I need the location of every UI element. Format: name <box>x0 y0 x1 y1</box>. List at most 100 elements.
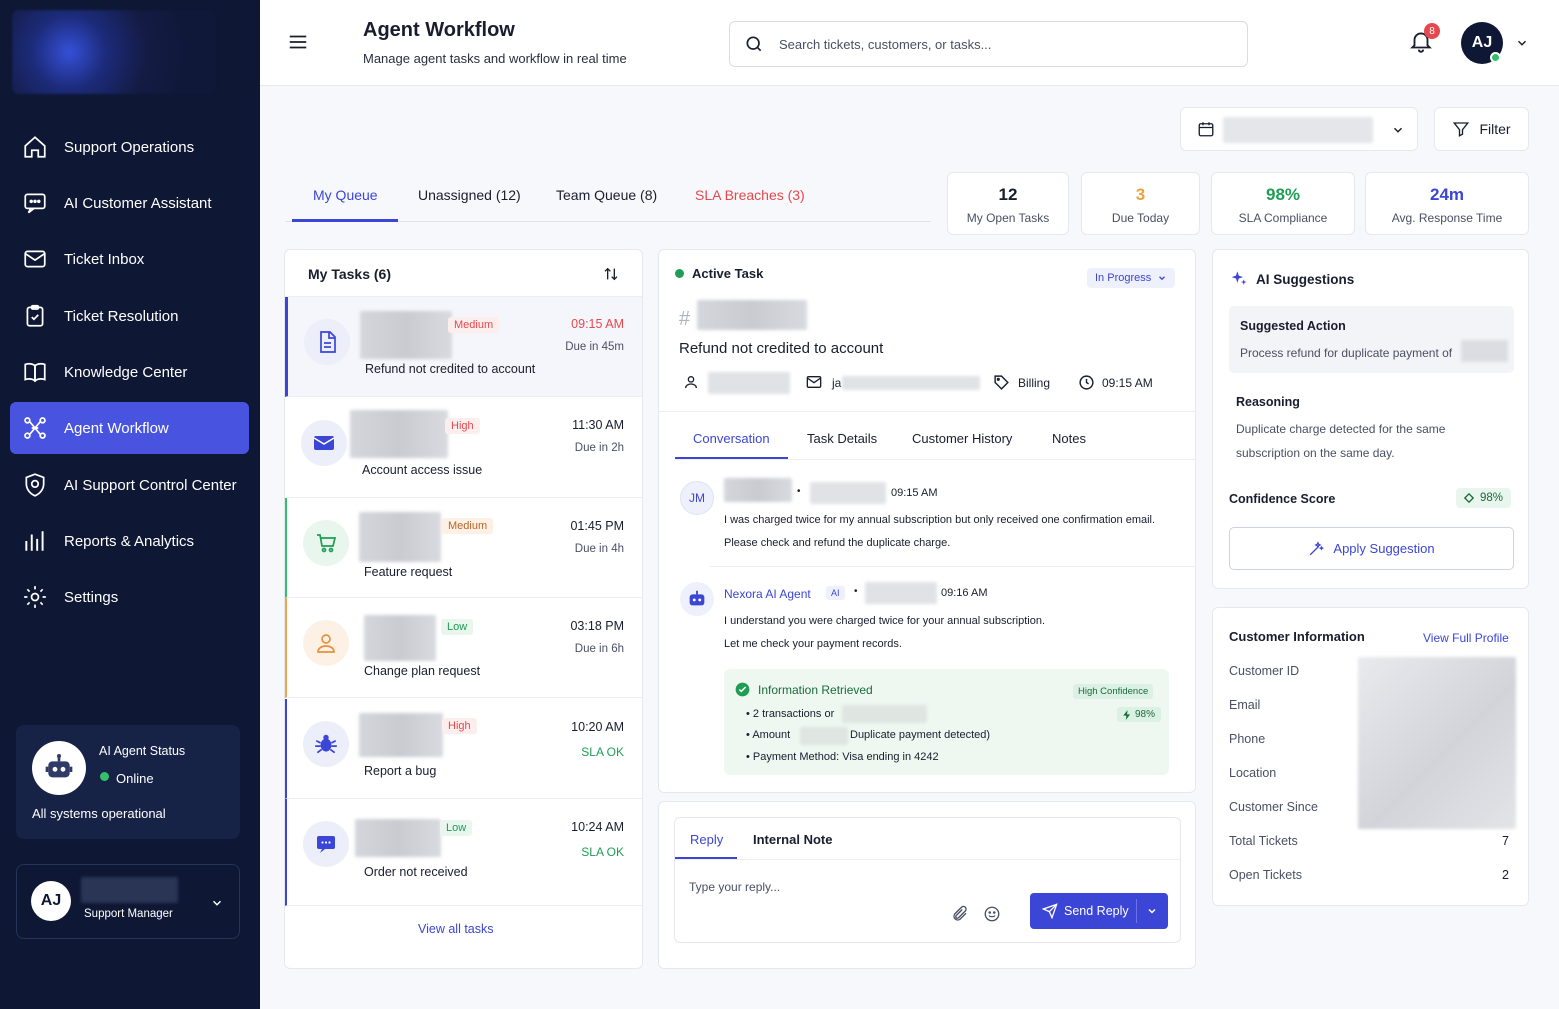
task-time: 10:20 AM <box>571 720 624 734</box>
send-reply-button[interactable]: Send Reply <box>1030 893 1168 929</box>
apply-suggestion-label: Apply Suggestion <box>1333 541 1435 556</box>
task-time: 11:30 AM <box>572 418 624 432</box>
ai-agent-status-card: AI Agent Status Online All systems opera… <box>16 725 240 839</box>
sidebar-item-ticket-inbox[interactable]: Ticket Inbox <box>10 233 249 285</box>
robot-icon <box>689 590 705 606</box>
filter-icon <box>1453 122 1470 137</box>
search-input[interactable]: Search tickets, customers, or tasks... <box>729 21 1248 67</box>
sidebar-item-ticket-resolution[interactable]: Ticket Resolution <box>10 290 249 342</box>
tab-sla-breaches[interactable]: SLA Breaches (3) <box>695 187 805 203</box>
sender-email-redacted <box>865 582 937 604</box>
sidebar-item-label: Agent Workflow <box>64 419 169 437</box>
task-time: 03:18 PM <box>570 619 624 633</box>
task-item[interactable]: Low 03:18 PM Due in 6h Change plan reque… <box>285 598 642 698</box>
gear-icon <box>24 586 46 608</box>
info-line-text: Duplicate payment detected) <box>850 729 991 741</box>
message-text: Please check and refund the duplicate ch… <box>724 537 951 549</box>
filter-button[interactable]: Filter <box>1434 107 1529 151</box>
tab-notes[interactable]: Notes <box>1052 431 1086 446</box>
customer-info-title: Customer Information <box>1229 629 1365 644</box>
sidebar-item-knowledge-center[interactable]: Knowledge Center <box>10 346 249 398</box>
tab-task-details[interactable]: Task Details <box>807 431 877 446</box>
stat-label: Avg. Response Time <box>1391 211 1503 225</box>
sidebar-item-ai-customer-assistant[interactable]: AI Customer Assistant <box>10 177 249 229</box>
task-title: Order not received <box>364 865 468 879</box>
info-line-text: Amount <box>752 729 791 741</box>
ai-avatar <box>680 582 714 616</box>
tab-conversation[interactable]: Conversation <box>693 431 770 446</box>
sidebar-item-agent-workflow[interactable]: Agent Workflow <box>10 402 249 454</box>
info-line: • Payment Method: Visa ending in 4242 <box>746 751 939 763</box>
brand-logo[interactable] <box>12 10 216 94</box>
reasoning-text: subscription on the same day. <box>1236 446 1395 460</box>
sidebar-item-reports-analytics[interactable]: Reports & Analytics <box>10 515 249 567</box>
apply-suggestion-button[interactable]: Apply Suggestion <box>1229 527 1514 570</box>
message-time: 09:16 AM <box>941 587 988 599</box>
tab-team-queue[interactable]: Team Queue (8) <box>556 187 657 203</box>
tab-customer-history[interactable]: Customer History <box>912 431 1012 446</box>
customer-redacted <box>359 512 441 562</box>
task-item[interactable]: Low 10:24 AM SLA OK Order not received <box>285 799 642 906</box>
active-task-title: Refund not credited to account <box>679 340 884 357</box>
emoji-icon[interactable] <box>983 905 1001 923</box>
email-redacted <box>842 376 980 390</box>
task-icon-wrap <box>303 620 349 666</box>
task-item[interactable]: Medium 09:15 AM Due in 45m Refund not cr… <box>285 297 642 397</box>
sidebar-item-label: Ticket Inbox <box>64 250 145 268</box>
sender-email-redacted <box>810 482 886 504</box>
robot-avatar <box>32 741 86 795</box>
sidebar-item-label: Support Operations <box>64 138 195 156</box>
sidebar-item-settings[interactable]: Settings <box>10 571 249 623</box>
tab-internal-note[interactable]: Internal Note <box>753 832 832 847</box>
sidebar-item-label: AI Support Control Center <box>64 476 237 494</box>
status-message: All systems operational <box>32 806 166 821</box>
bug-icon <box>315 734 337 754</box>
separator-dot: • <box>854 586 858 597</box>
view-full-profile-link[interactable]: View Full Profile <box>1423 631 1509 645</box>
field-label: Email <box>1229 698 1261 712</box>
chevron-down-icon[interactable] <box>1146 905 1158 917</box>
diamond-icon <box>1464 493 1474 503</box>
task-item[interactable]: High 10:20 AM SLA OK Report a bug <box>285 699 642 799</box>
user-profile-card[interactable]: AJ Support Manager <box>16 864 240 939</box>
sidebar-item-support-operations[interactable]: Support Operations <box>10 121 249 173</box>
confidence-value: 98% <box>1135 709 1156 720</box>
category-label: Billing <box>1018 376 1051 390</box>
status-dropdown[interactable]: In Progress <box>1087 268 1176 288</box>
chevron-down-icon[interactable] <box>1515 36 1529 50</box>
sidebar-item-label: AI Customer Assistant <box>64 194 212 212</box>
reasoning-text: Duplicate charge detected for the same <box>1236 422 1446 436</box>
tab-reply[interactable]: Reply <box>690 832 723 847</box>
paperclip-icon[interactable] <box>951 905 969 923</box>
chat-icon <box>24 193 46 214</box>
field-label: Location <box>1229 766 1277 780</box>
home-icon <box>24 136 46 158</box>
date-range-select[interactable] <box>1180 107 1418 151</box>
chevron-down-icon[interactable] <box>210 896 224 910</box>
sidebar-item-ai-support-control-center[interactable]: AI Support Control Center <box>10 459 249 511</box>
ai-agent-name: Nexora AI Agent <box>724 587 811 601</box>
priority-badge: High <box>442 718 477 734</box>
user-icon <box>317 634 335 653</box>
menu-icon[interactable] <box>287 31 309 53</box>
reply-textarea[interactable]: Type your reply... <box>689 880 780 894</box>
task-icon-wrap <box>303 721 349 767</box>
mail-icon <box>24 250 46 268</box>
tab-unassigned[interactable]: Unassigned (12) <box>418 187 521 203</box>
view-all-tasks-link[interactable]: View all tasks <box>418 922 494 936</box>
task-item[interactable]: Medium 01:45 PM Due in 4h Feature reques… <box>285 498 642 598</box>
calendar-icon <box>1198 122 1214 137</box>
sort-icon[interactable] <box>603 266 619 282</box>
robot-icon <box>45 754 73 778</box>
customer-values-redacted <box>1358 657 1516 829</box>
stat-avg-response: 24m Avg. Response Time <box>1365 172 1529 235</box>
tab-my-queue[interactable]: My Queue <box>313 187 378 203</box>
stat-value: 12 <box>998 185 1018 204</box>
sidebar-item-label: Knowledge Center <box>64 363 188 381</box>
page-title: Agent Workflow <box>363 19 515 41</box>
filter-label: Filter <box>1479 121 1511 137</box>
task-item[interactable]: High 11:30 AM Due in 2h Account access i… <box>285 398 642 498</box>
divider <box>675 859 1180 860</box>
divider <box>710 566 1195 567</box>
status-label: In Progress <box>1095 272 1152 284</box>
